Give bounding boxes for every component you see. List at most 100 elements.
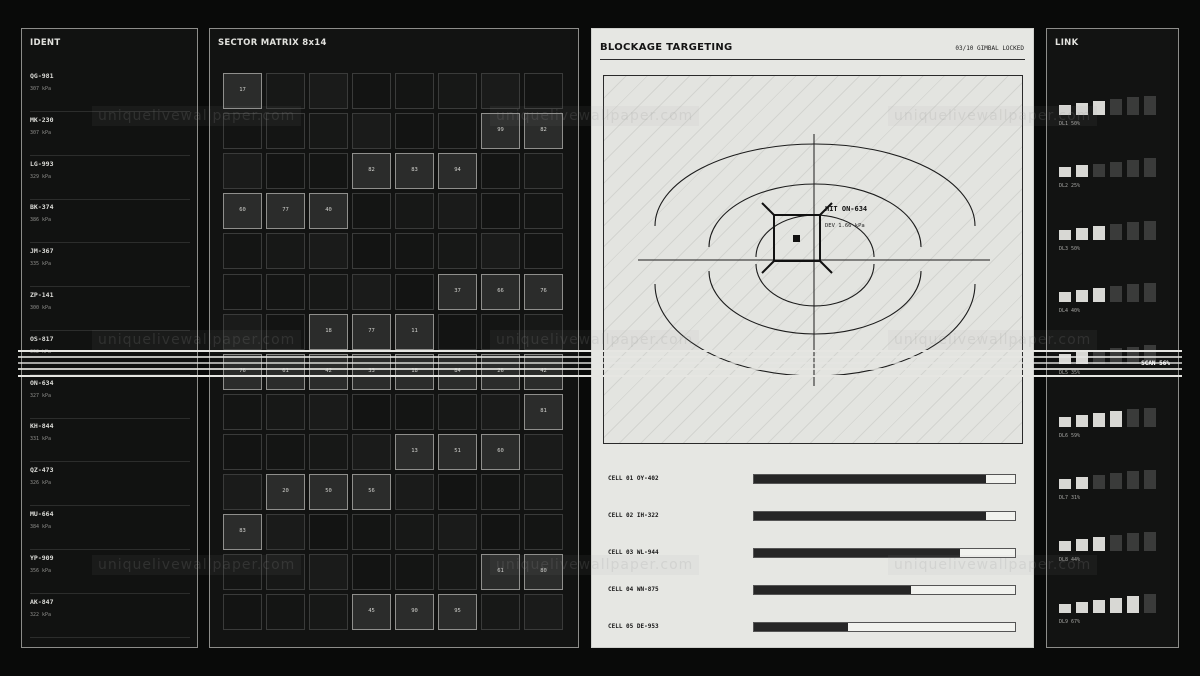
- matrix-cell[interactable]: [438, 393, 477, 430]
- matrix-cell-active[interactable]: 11: [395, 313, 434, 350]
- matrix-cell-active[interactable]: 66: [481, 273, 520, 310]
- matrix-cell-active[interactable]: 77: [266, 193, 305, 230]
- link-row[interactable]: DL4 40%: [1059, 274, 1169, 314]
- matrix-cell[interactable]: [438, 193, 477, 230]
- matrix-cell-active[interactable]: 45: [352, 594, 391, 631]
- matrix-cell[interactable]: [266, 393, 305, 430]
- matrix-cell[interactable]: [481, 153, 520, 190]
- matrix-cell[interactable]: [438, 73, 477, 109]
- ident-item[interactable]: ZP-141 300 kPa: [30, 286, 190, 331]
- matrix-cell[interactable]: [223, 433, 262, 470]
- matrix-cell[interactable]: [309, 273, 348, 310]
- matrix-cell[interactable]: [438, 113, 477, 150]
- matrix-cell-active[interactable]: 56: [352, 474, 391, 510]
- cell-row[interactable]: CELL 05 DE-953: [608, 621, 1016, 635]
- matrix-cell[interactable]: [395, 273, 434, 310]
- link-row[interactable]: DL2 25%: [1059, 149, 1169, 189]
- matrix-cell[interactable]: [309, 433, 348, 470]
- matrix-cell[interactable]: [481, 393, 520, 430]
- matrix-cell[interactable]: [352, 73, 391, 109]
- matrix-cell[interactable]: [524, 193, 563, 230]
- matrix-cell[interactable]: [223, 233, 262, 270]
- matrix-cell[interactable]: [266, 433, 305, 470]
- cell-row[interactable]: CELL 02 IH-322: [608, 510, 1016, 524]
- matrix-cell[interactable]: [223, 153, 262, 190]
- matrix-cell[interactable]: [438, 554, 477, 591]
- matrix-cell-active[interactable]: 60: [223, 193, 262, 230]
- ident-item[interactable]: BK-374 386 kPa: [30, 198, 190, 244]
- ident-item[interactable]: LG-993 329 kPa: [30, 155, 190, 200]
- matrix-cell[interactable]: [309, 554, 348, 591]
- matrix-cell[interactable]: [352, 193, 391, 230]
- matrix-cell[interactable]: [481, 193, 520, 230]
- matrix-cell[interactable]: [524, 474, 563, 510]
- matrix-cell[interactable]: [481, 594, 520, 631]
- link-row[interactable]: DL6 59%: [1059, 399, 1169, 439]
- matrix-cell[interactable]: [223, 393, 262, 430]
- matrix-cell[interactable]: [524, 433, 563, 470]
- matrix-cell[interactable]: [266, 514, 305, 551]
- ident-item[interactable]: QZ-473 326 kPa: [30, 461, 190, 507]
- matrix-cell[interactable]: [352, 393, 391, 430]
- matrix-cell[interactable]: [266, 233, 305, 270]
- matrix-cell[interactable]: [395, 233, 434, 270]
- matrix-cell-active[interactable]: 37: [438, 273, 477, 310]
- matrix-cell-active[interactable]: 77: [352, 313, 391, 350]
- matrix-cell-active[interactable]: 83: [395, 153, 434, 190]
- matrix-cell[interactable]: [309, 514, 348, 551]
- ident-item[interactable]: ON-634 327 kPa: [30, 374, 190, 419]
- matrix-cell[interactable]: [395, 514, 434, 551]
- ident-item[interactable]: AK-847 322 kPa: [30, 593, 190, 638]
- matrix-cell-active[interactable]: 60: [481, 433, 520, 470]
- matrix-cell[interactable]: [309, 233, 348, 270]
- matrix-cell-active[interactable]: 83: [223, 514, 262, 551]
- matrix-cell[interactable]: [223, 474, 262, 510]
- matrix-cell[interactable]: [524, 153, 563, 190]
- matrix-cell[interactable]: [266, 273, 305, 310]
- matrix-cell-active[interactable]: 95: [438, 594, 477, 631]
- matrix-cell[interactable]: [352, 514, 391, 551]
- matrix-cell[interactable]: [266, 594, 305, 631]
- matrix-cell[interactable]: [352, 433, 391, 470]
- matrix-cell[interactable]: [223, 594, 262, 631]
- matrix-cell[interactable]: [524, 73, 563, 109]
- matrix-cell[interactable]: [309, 153, 348, 190]
- matrix-cell[interactable]: [438, 313, 477, 350]
- matrix-cell[interactable]: [438, 233, 477, 270]
- matrix-cell[interactable]: [524, 514, 563, 551]
- ident-item[interactable]: MU-664 384 kPa: [30, 505, 190, 550]
- matrix-cell[interactable]: [438, 474, 477, 510]
- matrix-cell-active[interactable]: 40: [309, 193, 348, 230]
- matrix-cell[interactable]: [524, 233, 563, 270]
- matrix-cell[interactable]: [481, 73, 520, 109]
- matrix-cell[interactable]: [395, 193, 434, 230]
- matrix-cell[interactable]: [481, 474, 520, 510]
- matrix-cell[interactable]: [395, 474, 434, 510]
- matrix-cell[interactable]: [352, 273, 391, 310]
- matrix-cell[interactable]: [223, 273, 262, 310]
- matrix-cell[interactable]: [266, 73, 305, 109]
- matrix-cell-active[interactable]: 50: [309, 474, 348, 510]
- matrix-cell-active[interactable]: 51: [438, 433, 477, 470]
- matrix-cell[interactable]: [395, 73, 434, 109]
- matrix-cell[interactable]: [481, 233, 520, 270]
- matrix-cell-active[interactable]: 76: [524, 273, 563, 310]
- matrix-cell[interactable]: [309, 393, 348, 430]
- matrix-cell[interactable]: [481, 514, 520, 551]
- matrix-cell[interactable]: [309, 113, 348, 150]
- matrix-cell-active[interactable]: 90: [395, 594, 434, 631]
- matrix-cell[interactable]: [524, 594, 563, 631]
- matrix-cell-active[interactable]: 20: [266, 474, 305, 510]
- matrix-cell[interactable]: [352, 554, 391, 591]
- cell-row[interactable]: CELL 01 OY-402: [608, 473, 1016, 487]
- link-row[interactable]: DL7 31%: [1059, 461, 1169, 501]
- matrix-cell-active[interactable]: 81: [524, 393, 563, 430]
- matrix-cell[interactable]: [395, 554, 434, 591]
- cell-row[interactable]: CELL 04 WN-875: [608, 584, 1016, 598]
- matrix-cell[interactable]: [266, 153, 305, 190]
- ident-item[interactable]: KH-844 331 kPa: [30, 417, 190, 463]
- matrix-cell-active[interactable]: 18: [309, 313, 348, 350]
- link-row[interactable]: DL9 67%: [1059, 585, 1169, 625]
- matrix-cell[interactable]: [309, 73, 348, 109]
- link-row[interactable]: DL3 50%: [1059, 212, 1169, 252]
